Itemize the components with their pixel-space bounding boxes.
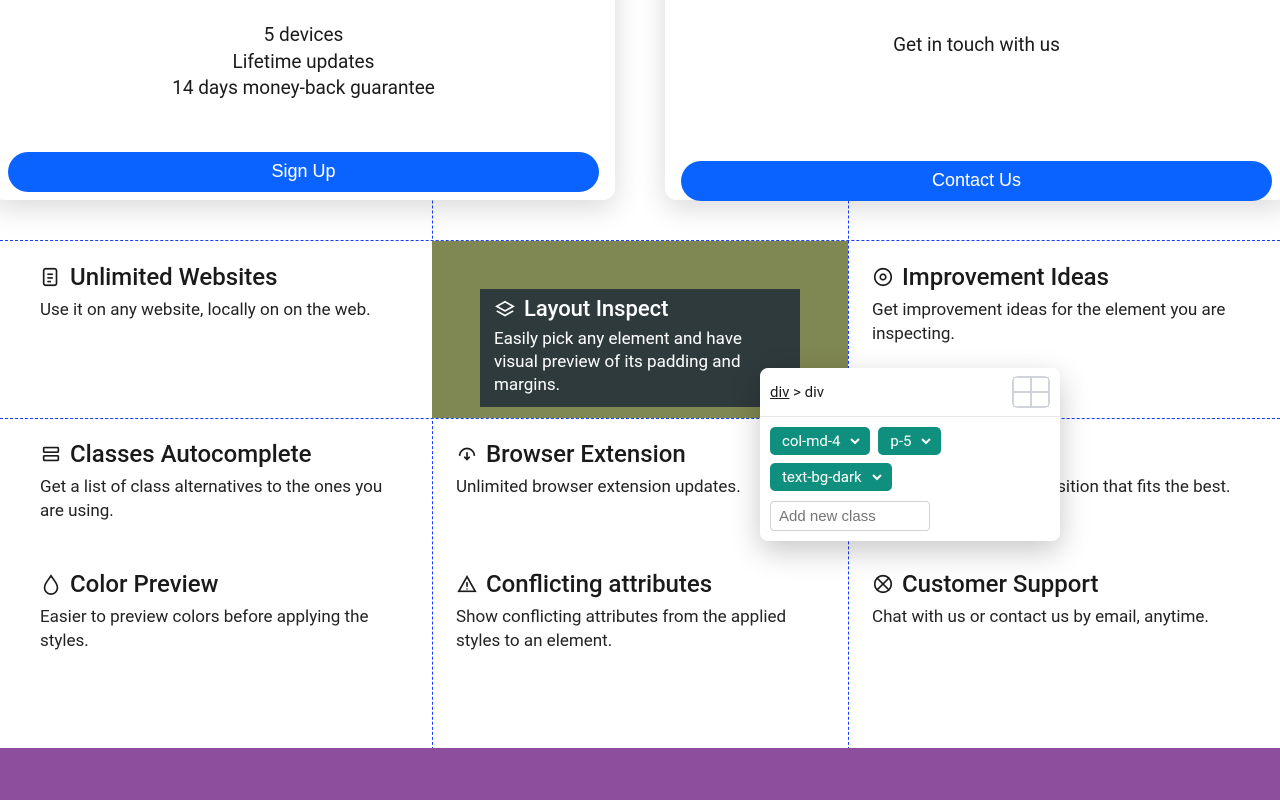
class-chip-list: col-md-4 p-5 text-bg-dark (760, 417, 1060, 501)
feature-customer-support: Customer Support Chat with us or contact… (872, 570, 1209, 630)
feature-classes-autocomplete: Classes Autocomplete Get a list of class… (40, 440, 400, 524)
chevron-down-icon (850, 436, 860, 446)
download-cloud-icon (456, 443, 478, 465)
breadcrumb-child[interactable]: div (805, 383, 824, 401)
feature-title: Improvement Ideas (902, 263, 1109, 291)
chevron-down-icon (872, 472, 882, 482)
target-icon (872, 266, 894, 288)
feature-unlimited-websites: Unlimited Websites Use it on any website… (40, 263, 371, 323)
class-chip[interactable]: col-md-4 (770, 427, 870, 455)
breadcrumb[interactable]: div > div (770, 383, 824, 401)
breadcrumb-sep: > (789, 383, 804, 401)
feature-title: Classes Autocomplete (70, 440, 311, 468)
grid-guide (0, 418, 1280, 419)
droplet-icon (40, 573, 62, 595)
card-line: Get in touch with us (681, 32, 1272, 59)
sign-up-button[interactable]: Sign Up (8, 152, 599, 192)
chevron-down-icon (921, 436, 931, 446)
feature-title: Customer Support (902, 570, 1098, 598)
feature-desc: Unlimited browser extension updates. (456, 476, 741, 500)
document-icon (40, 266, 62, 288)
feature-title: Color Preview (70, 570, 218, 598)
feature-desc: Chat with us or contact us by email, any… (872, 606, 1209, 630)
footer-band (0, 748, 1280, 800)
chip-label: text-bg-dark (782, 468, 862, 486)
feature-browser-extension: Browser Extension Unlimited browser exte… (456, 440, 741, 500)
card-line: 5 devices (8, 22, 599, 49)
feature-title: Layout Inspect (524, 297, 668, 322)
snap-position-icon[interactable] (1012, 376, 1050, 408)
add-class-input[interactable] (770, 501, 930, 531)
class-chip[interactable]: p-5 (878, 427, 941, 455)
breadcrumb-parent[interactable]: div (770, 383, 789, 401)
feature-desc: Easier to preview colors before applying… (40, 606, 400, 654)
feature-improvement-ideas: Improvement Ideas Get improvement ideas … (872, 263, 1232, 347)
layers-icon (494, 299, 516, 321)
inspector-popup[interactable]: div > div col-md-4 p-5 text-bg-dark (760, 368, 1060, 541)
feature-desc: Get improvement ideas for the element yo… (872, 299, 1232, 347)
feature-desc: Use it on any website, locally on on the… (40, 299, 371, 323)
pricing-card-enterprise: Get in touch with us Contact Us (665, 0, 1280, 200)
feature-desc: Show conflicting attributes from the app… (456, 606, 816, 654)
contact-us-button[interactable]: Contact Us (681, 161, 1272, 201)
card-line: 14 days money-back guarantee (8, 75, 599, 102)
chip-label: p-5 (890, 432, 911, 450)
class-chip[interactable]: text-bg-dark (770, 463, 892, 491)
feature-color-preview: Color Preview Easier to preview colors b… (40, 570, 400, 654)
pricing-card-personal: 5 devices Lifetime updates 14 days money… (0, 0, 615, 200)
alert-triangle-icon (456, 573, 478, 595)
feature-desc: Easily pick any element and have visual … (494, 328, 786, 397)
feature-desc: Get a list of class alternatives to the … (40, 476, 400, 524)
chip-label: col-md-4 (782, 432, 840, 450)
list-icon (40, 443, 62, 465)
feature-conflicting-attributes: Conflicting attributes Show conflicting … (456, 570, 816, 654)
card-line: Lifetime updates (8, 49, 599, 76)
feature-title: Conflicting attributes (486, 570, 712, 598)
feature-title: Browser Extension (486, 440, 686, 468)
feature-title: Unlimited Websites (70, 263, 277, 291)
support-icon (872, 573, 894, 595)
